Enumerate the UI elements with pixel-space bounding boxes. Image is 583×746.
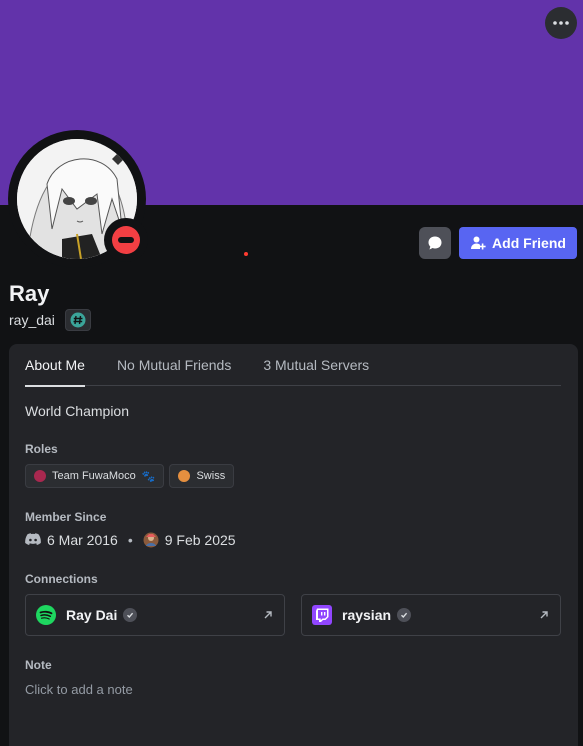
member-since-row: 6 Mar 2016 • 9 Feb 2025: [25, 532, 236, 548]
role-color-dot: [178, 470, 191, 482]
add-user-icon: [471, 236, 486, 250]
discord-join-date: 6 Mar 2016: [47, 532, 118, 548]
profile-badge[interactable]: [64, 309, 91, 331]
profile-info-card: About Me No Mutual Friends 3 Mutual Serv…: [9, 344, 578, 746]
connection-spotify[interactable]: Ray Dai: [25, 594, 285, 636]
tab-mutual-servers[interactable]: 3 Mutual Servers: [263, 344, 369, 386]
username: ray_dai: [9, 312, 55, 328]
role-emoji: 🐾: [141, 470, 156, 483]
add-friend-button[interactable]: Add Friend: [459, 227, 577, 259]
tab-about-me[interactable]: About Me: [25, 344, 85, 387]
connection-name-row: Ray Dai: [66, 607, 252, 623]
separator-dot: •: [127, 532, 133, 548]
role-color-dot: [34, 470, 46, 482]
connection-name-row: raysian: [342, 607, 528, 623]
role-name: Swiss: [196, 470, 226, 482]
server-join-date: 9 Feb 2025: [164, 532, 236, 548]
decorative-dot: [244, 252, 248, 256]
message-button[interactable]: [419, 227, 451, 259]
verified-check-icon: [397, 608, 412, 622]
roles-heading: Roles: [25, 442, 58, 456]
spotify-icon: [36, 605, 56, 625]
note-heading: Note: [25, 658, 52, 672]
server-icon: [143, 532, 159, 548]
display-name: Ray: [9, 281, 50, 306]
external-link-arrow-icon: [540, 611, 548, 619]
connections-heading: Connections: [25, 572, 98, 586]
roles-list: Team FuwaMoco 🐾 Swiss: [25, 464, 235, 488]
hash-badge-icon: [70, 312, 86, 328]
discord-icon: [25, 533, 41, 545]
twitch-icon: [312, 605, 332, 625]
member-since-heading: Member Since: [25, 510, 107, 524]
verified-check-icon: [123, 608, 138, 622]
tab-mutual-friends[interactable]: No Mutual Friends: [117, 344, 231, 386]
more-options-button[interactable]: [545, 7, 577, 39]
ellipsis-icon: [553, 21, 569, 25]
note-input[interactable]: Click to add a note: [25, 682, 133, 697]
connection-name: raysian: [342, 607, 392, 623]
profile-tabs: About Me No Mutual Friends 3 Mutual Serv…: [25, 344, 561, 387]
chat-bubble-icon: [428, 236, 442, 250]
connection-twitch[interactable]: raysian: [301, 594, 561, 636]
dnd-status-icon: [112, 226, 140, 254]
username-row: ray_dai: [9, 309, 91, 331]
avatar-frame: [8, 130, 148, 268]
role-name: Team FuwaMoco: [52, 470, 136, 482]
external-link-arrow-icon: [264, 611, 272, 619]
role-pill[interactable]: Swiss: [169, 464, 235, 488]
status-indicator: [104, 218, 148, 262]
connection-name: Ray Dai: [66, 607, 118, 623]
bio-text: World Champion: [25, 403, 130, 419]
add-friend-label: Add Friend: [492, 235, 566, 251]
role-pill[interactable]: Team FuwaMoco 🐾: [25, 464, 165, 488]
